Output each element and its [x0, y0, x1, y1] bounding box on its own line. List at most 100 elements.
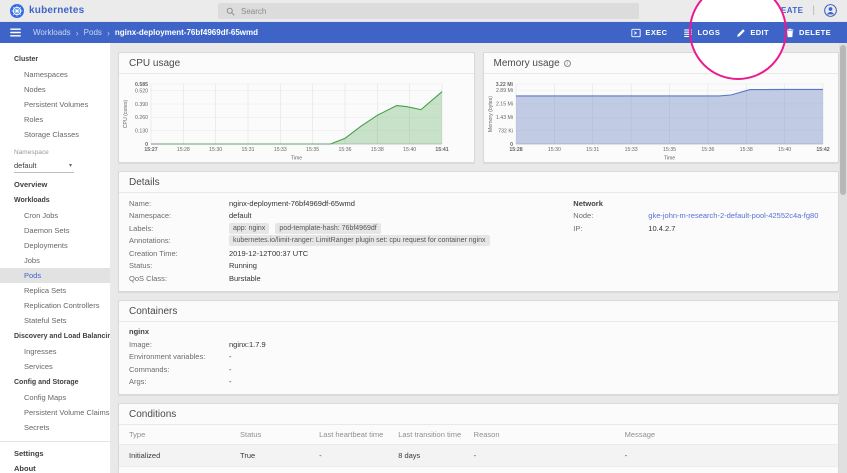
breadcrumb-pods[interactable]: Pods	[84, 28, 102, 37]
breadcrumb-workloads[interactable]: Workloads	[33, 28, 71, 37]
edit-button[interactable]: EDIT	[736, 28, 769, 38]
edit-label: EDIT	[750, 28, 769, 37]
status-value: Running	[229, 261, 257, 270]
details-card: Details Name:nginx-deployment-76bf4969df…	[118, 171, 839, 292]
exec-label: EXEC	[645, 28, 667, 37]
qos-class-value: Burstable	[229, 274, 261, 283]
sidebar-item-settings[interactable]: Settings	[0, 446, 110, 461]
svg-text:Time: Time	[663, 156, 674, 162]
svg-text:0.520: 0.520	[135, 88, 148, 94]
node-label: Node:	[573, 211, 648, 220]
args-value: -	[229, 377, 232, 386]
node-link[interactable]: gke-john-m-research-2-default-pool-42552…	[648, 211, 818, 220]
chevron-right-icon: ›	[107, 28, 110, 38]
sidebar-item-storage-classes[interactable]: Storage Classes	[0, 127, 110, 142]
svg-text:2.15 Mi: 2.15 Mi	[495, 102, 512, 108]
svg-text:Memory (bytes): Memory (bytes)	[488, 96, 494, 132]
table-cell: -	[619, 445, 838, 467]
sidebar-item-persistent-volumes[interactable]: Persistent Volumes	[0, 97, 110, 112]
sidebar-item-cron-jobs[interactable]: Cron Jobs	[0, 208, 110, 223]
scrollbar-thumb[interactable]	[840, 45, 846, 195]
env-vars-value: -	[229, 352, 232, 361]
search-placeholder: Search	[241, 7, 266, 16]
column-header-message: Message	[619, 425, 838, 445]
svg-text:15:40: 15:40	[778, 147, 791, 153]
svg-text:15:28: 15:28	[177, 147, 190, 153]
sidebar-item-jobs[interactable]: Jobs	[0, 253, 110, 268]
exec-button[interactable]: EXEC	[631, 28, 667, 38]
svg-text:15:28: 15:28	[509, 147, 522, 153]
namespace-select[interactable]: default ▾	[14, 159, 74, 173]
svg-text:15:31: 15:31	[242, 147, 255, 153]
table-row: Initialized True - 8 days - -	[119, 445, 838, 467]
conditions-title: Conditions	[119, 404, 838, 425]
conditions-table: Type Status Last heartbeat time Last tra…	[119, 425, 838, 473]
image-value: nginx:1.7.9	[229, 340, 266, 349]
svg-text:15:40: 15:40	[403, 147, 416, 153]
sidebar-item-deployments[interactable]: Deployments	[0, 238, 110, 253]
scrollbar[interactable]	[839, 43, 847, 473]
namespace-row-label: Namespace:	[129, 211, 229, 220]
logs-list-icon	[683, 28, 693, 38]
details-title: Details	[119, 172, 838, 193]
sidebar: Cluster Namespaces Nodes Persistent Volu…	[0, 43, 110, 473]
delete-label: DELETE	[799, 28, 831, 37]
topbar-divider: |	[812, 5, 815, 16]
svg-text:1.43 Mi: 1.43 Mi	[495, 115, 512, 121]
svg-text:0.260: 0.260	[135, 115, 148, 121]
sidebar-item-replica-sets[interactable]: Replica Sets	[0, 283, 110, 298]
table-header-row: Type Status Last heartbeat time Last tra…	[119, 425, 838, 445]
info-icon[interactable]: i	[564, 60, 571, 67]
svg-text:0.585: 0.585	[135, 82, 148, 88]
kubernetes-logo[interactable]: kubernetes	[10, 4, 84, 18]
sidebar-item-ingresses[interactable]: Ingresses	[0, 344, 110, 359]
sidebar-item-pods[interactable]: Pods	[0, 268, 110, 283]
sidebar-item-overview[interactable]: Overview	[0, 177, 110, 192]
sidebar-item-nodes[interactable]: Nodes	[0, 82, 110, 97]
logs-button[interactable]: LOGS	[683, 28, 720, 38]
cpu-usage-card: CPU usage 0.5850.5200.3900.2600.130015:2…	[118, 52, 475, 163]
svg-text:15:38: 15:38	[739, 147, 752, 153]
memory-usage-title: Memory usage	[494, 58, 560, 69]
brand-name: kubernetes	[29, 5, 84, 16]
sidebar-item-about[interactable]: About	[0, 461, 110, 473]
sidebar-item-config-maps[interactable]: Config Maps	[0, 390, 110, 405]
table-cell: -	[619, 467, 838, 473]
sidebar-item-services[interactable]: Services	[0, 359, 110, 374]
search-input[interactable]: Search	[218, 3, 639, 19]
containers-title: Containers	[119, 301, 838, 322]
svg-text:CPU (cores): CPU (cores)	[123, 99, 129, 128]
delete-button[interactable]: DELETE	[785, 28, 831, 38]
sidebar-item-replication-controllers[interactable]: Replication Controllers	[0, 298, 110, 313]
namespace-value: default	[14, 161, 37, 170]
table-cell: True	[234, 467, 313, 473]
column-header-status: Status	[234, 425, 313, 445]
sidebar-header-config-storage: Config and Storage	[0, 374, 110, 390]
table-cell: True	[234, 445, 313, 467]
svg-text:3.22 Mi: 3.22 Mi	[495, 82, 513, 88]
sidebar-item-persistent-volume-claims[interactable]: Persistent Volume Claims	[0, 405, 110, 420]
env-vars-label: Environment variables:	[129, 352, 229, 361]
account-icon[interactable]	[824, 4, 837, 17]
sidebar-item-secrets[interactable]: Secrets	[0, 420, 110, 435]
qos-class-label: QoS Class:	[129, 274, 229, 283]
name-label: Name:	[129, 199, 229, 208]
svg-text:15:42: 15:42	[816, 147, 829, 153]
svg-text:15:36: 15:36	[701, 147, 714, 153]
sidebar-item-roles[interactable]: Roles	[0, 112, 110, 127]
sidebar-item-stateful-sets[interactable]: Stateful Sets	[0, 313, 110, 328]
chevron-right-icon: ›	[76, 28, 79, 38]
namespace-row-value: default	[229, 211, 252, 220]
menu-icon[interactable]	[10, 28, 21, 37]
table-cell: Ready	[119, 467, 234, 473]
table-cell: -	[313, 445, 392, 467]
status-label: Status:	[129, 261, 229, 270]
sidebar-item-namespaces[interactable]: Namespaces	[0, 67, 110, 82]
sidebar-item-daemon-sets[interactable]: Daemon Sets	[0, 223, 110, 238]
label-chip: pod-template-hash: 76bf4969df	[275, 223, 380, 234]
column-header-type: Type	[119, 425, 234, 445]
table-row: Ready True - 8 days - -	[119, 467, 838, 473]
logs-label: LOGS	[697, 28, 720, 37]
breadcrumb-toolbar: Workloads › Pods › nginx-deployment-76bf…	[0, 22, 847, 43]
containers-card: Containers nginx Image:nginx:1.7.9 Envir…	[118, 300, 839, 396]
